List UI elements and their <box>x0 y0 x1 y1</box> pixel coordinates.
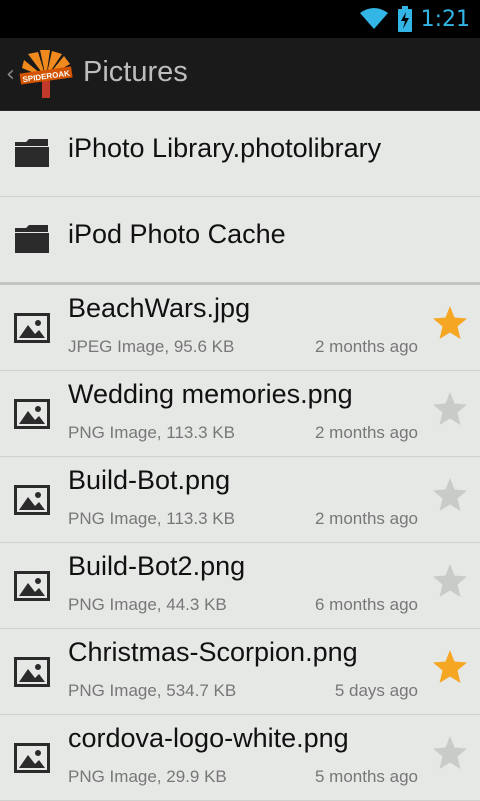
folder-icon <box>15 225 49 253</box>
file-meta: PNG Image, 113.3 KB <box>68 509 235 528</box>
file-meta: JPEG Image, 95.6 KB <box>68 337 235 356</box>
image-icon <box>14 657 50 687</box>
image-icon <box>14 571 50 601</box>
list-item-file[interactable]: Build-Bot.png PNG Image, 113.3 KB 2 mont… <box>0 457 480 543</box>
image-icon <box>14 743 50 773</box>
wifi-icon <box>359 8 388 29</box>
list-item-folder[interactable]: iPhoto Library.photolibrary <box>0 111 480 197</box>
file-meta: PNG Image, 534.7 KB <box>68 681 237 700</box>
status-bar: 1:21 <box>0 0 480 38</box>
file-meta: PNG Image, 44.3 KB <box>68 595 227 614</box>
list-item-file[interactable]: cordova-logo-white.png PNG Image, 29.9 K… <box>0 715 480 801</box>
star-outline-icon[interactable] <box>432 563 468 599</box>
list-item-folder[interactable]: iPod Photo Cache <box>0 197 480 285</box>
file-date: 2 months ago <box>314 423 418 442</box>
folder-name: iPhoto Library.photolibrary <box>68 133 382 163</box>
status-time: 1:21 <box>420 6 470 32</box>
list-item-file[interactable]: Christmas-Scorpion.png PNG Image, 534.7 … <box>0 629 480 715</box>
page-title: Pictures <box>83 56 188 88</box>
file-name: Build-Bot.png <box>68 465 231 495</box>
file-name: Build-Bot2.png <box>68 551 246 581</box>
image-icon <box>14 485 50 515</box>
file-date: 6 months ago <box>314 595 418 614</box>
star-filled-icon[interactable] <box>432 649 468 685</box>
battery-charging-icon <box>397 6 412 32</box>
file-name: Christmas-Scorpion.png <box>68 637 358 667</box>
folder-icon <box>15 139 49 167</box>
file-meta: PNG Image, 29.9 KB <box>68 767 227 786</box>
file-date: 5 months ago <box>314 767 418 786</box>
image-icon <box>14 399 50 429</box>
file-date: 2 months ago <box>314 337 418 356</box>
star-outline-icon[interactable] <box>432 477 468 513</box>
list-item-file[interactable]: BeachWars.jpg JPEG Image, 95.6 KB 2 mont… <box>0 285 480 371</box>
file-name: cordova-logo-white.png <box>68 723 349 753</box>
action-bar: ‹ SPIDEROAK Pictures <box>0 38 480 111</box>
folder-name: iPod Photo Cache <box>68 219 286 249</box>
star-outline-icon[interactable] <box>432 391 468 427</box>
list-item-file[interactable]: Build-Bot2.png PNG Image, 44.3 KB 6 mont… <box>0 543 480 629</box>
spideroak-logo[interactable]: SPIDEROAK <box>18 48 74 100</box>
file-date: 2 months ago <box>314 509 418 528</box>
file-meta: PNG Image, 113.3 KB <box>68 423 235 442</box>
list-item-file[interactable]: Wedding memories.png PNG Image, 113.3 KB… <box>0 371 480 457</box>
star-filled-icon[interactable] <box>432 305 468 341</box>
image-icon <box>14 313 50 343</box>
file-name: BeachWars.jpg <box>68 293 251 323</box>
star-outline-icon[interactable] <box>432 735 468 771</box>
chevron-left-icon[interactable]: ‹ <box>6 62 15 87</box>
file-list: iPhoto Library.photolibrary iPod Photo C… <box>0 111 480 801</box>
file-name: Wedding memories.png <box>68 379 353 409</box>
file-date: 5 days ago <box>334 681 418 700</box>
